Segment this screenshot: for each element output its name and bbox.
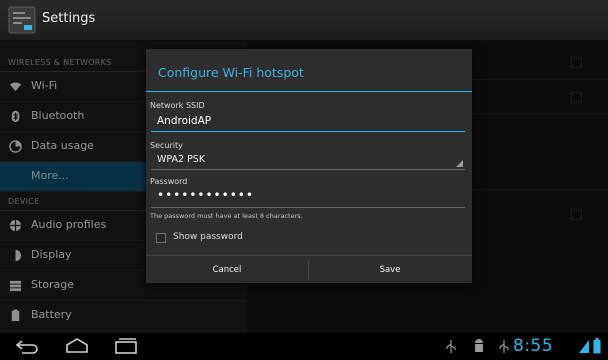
ssid-label: Network SSID	[150, 101, 205, 110]
system-bar: 8:55	[0, 333, 608, 360]
ssid-input[interactable]: AndroidAP	[151, 113, 465, 132]
security-label: Security	[150, 141, 183, 150]
usb-icon	[499, 340, 509, 353]
security-value: WPA2 PSK	[157, 154, 206, 165]
status-clock: 8:55	[513, 336, 554, 356]
dropdown-caret-icon	[456, 160, 463, 167]
password-input[interactable]: ••••••••••••	[151, 188, 465, 208]
back-icon[interactable]	[14, 337, 40, 355]
title-divider	[146, 91, 472, 92]
dialog-button-bar: Cancel Save	[146, 255, 472, 284]
ssid-value: AndroidAP	[157, 115, 212, 127]
battery-status-icon	[593, 338, 601, 354]
signal-icon	[579, 340, 589, 353]
android-debug-icon	[475, 339, 483, 352]
show-password-label[interactable]: Show password	[173, 232, 243, 242]
usb-icon	[446, 340, 456, 353]
cancel-button[interactable]: Cancel	[146, 256, 308, 284]
password-hint: The password must have at least 8 charac…	[150, 212, 303, 220]
configure-hotspot-dialog: Configure Wi-Fi hotspot Network SSID And…	[146, 49, 472, 283]
app-title: Settings	[42, 11, 96, 26]
password-label: Password	[150, 177, 188, 186]
recent-apps-icon[interactable]	[113, 337, 139, 355]
home-icon[interactable]	[64, 337, 90, 355]
password-value: ••••••••••••	[157, 188, 254, 202]
action-bar: Settings	[0, 0, 608, 41]
dialog-title: Configure Wi-Fi hotspot	[158, 65, 304, 80]
show-password-checkbox[interactable]	[156, 233, 166, 243]
settings-app-icon[interactable]	[8, 6, 36, 34]
save-button[interactable]: Save	[309, 256, 471, 284]
security-select[interactable]: WPA2 PSK	[151, 151, 465, 170]
